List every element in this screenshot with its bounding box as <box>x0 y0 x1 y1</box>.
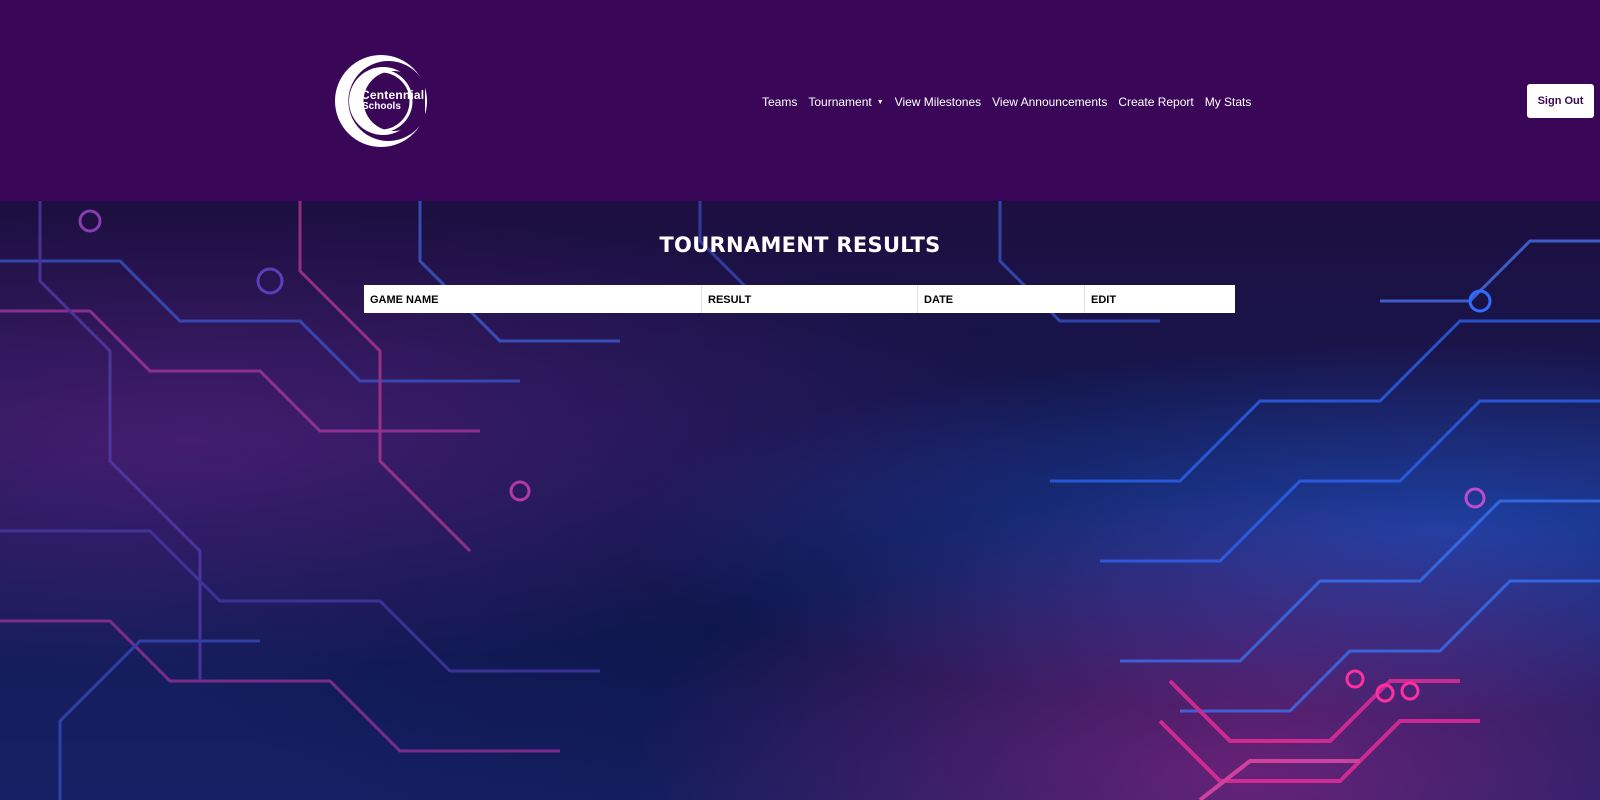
column-header-result: RESULT <box>701 285 918 313</box>
table-header-row: GAME NAME RESULT DATE EDIT <box>364 285 1235 313</box>
nav-tournament[interactable]: Tournament ▼ <box>808 95 883 109</box>
nav-my-stats[interactable]: My Stats <box>1205 95 1252 109</box>
column-header-date: DATE <box>917 285 1085 313</box>
nav-create-report[interactable]: Create Report <box>1118 95 1193 109</box>
nav-teams[interactable]: Teams <box>762 95 797 109</box>
main-nav: Teams Tournament ▼ View Milestones View … <box>762 95 1262 109</box>
top-header: Centennial Schools Teams Tournament ▼ Vi… <box>0 0 1600 201</box>
sign-out-button[interactable]: Sign Out <box>1527 84 1594 118</box>
results-table: GAME NAME RESULT DATE EDIT <box>364 285 1235 313</box>
logo-line1: Centennial <box>361 88 425 102</box>
nav-tournament-label: Tournament <box>808 95 872 109</box>
logo-text: Centennial Schools <box>361 89 424 112</box>
column-header-edit: EDIT <box>1091 293 1117 306</box>
nav-view-milestones[interactable]: View Milestones <box>895 95 981 109</box>
nav-view-announcements[interactable]: View Announcements <box>992 95 1107 109</box>
page-title: TOURNAMENT RESULTS <box>659 233 941 257</box>
caret-down-icon: ▼ <box>876 99 884 106</box>
logo-line2: Schools <box>362 101 401 112</box>
column-header-game-name: GAME NAME <box>364 285 702 313</box>
